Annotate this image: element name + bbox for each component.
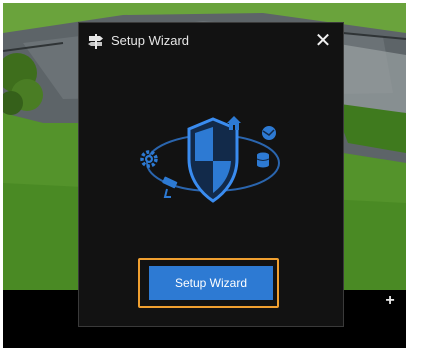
house-icon	[227, 116, 241, 130]
database-icon	[256, 152, 270, 168]
dialog-header: Setup Wizard ✕	[79, 23, 343, 59]
security-illustration	[133, 113, 293, 213]
setup-wizard-dialog: Setup Wizard ✕ Setup Wizard	[78, 22, 344, 327]
camera-icon	[162, 176, 178, 198]
dialog-title: Setup Wizard	[111, 33, 190, 48]
add-button[interactable]: +	[380, 291, 400, 311]
signpost-icon	[87, 33, 105, 49]
shield-icon	[187, 117, 239, 203]
setup-wizard-button[interactable]: Setup Wizard	[149, 266, 273, 300]
close-icon[interactable]: ✕	[313, 31, 333, 51]
globe-icon	[262, 126, 276, 140]
